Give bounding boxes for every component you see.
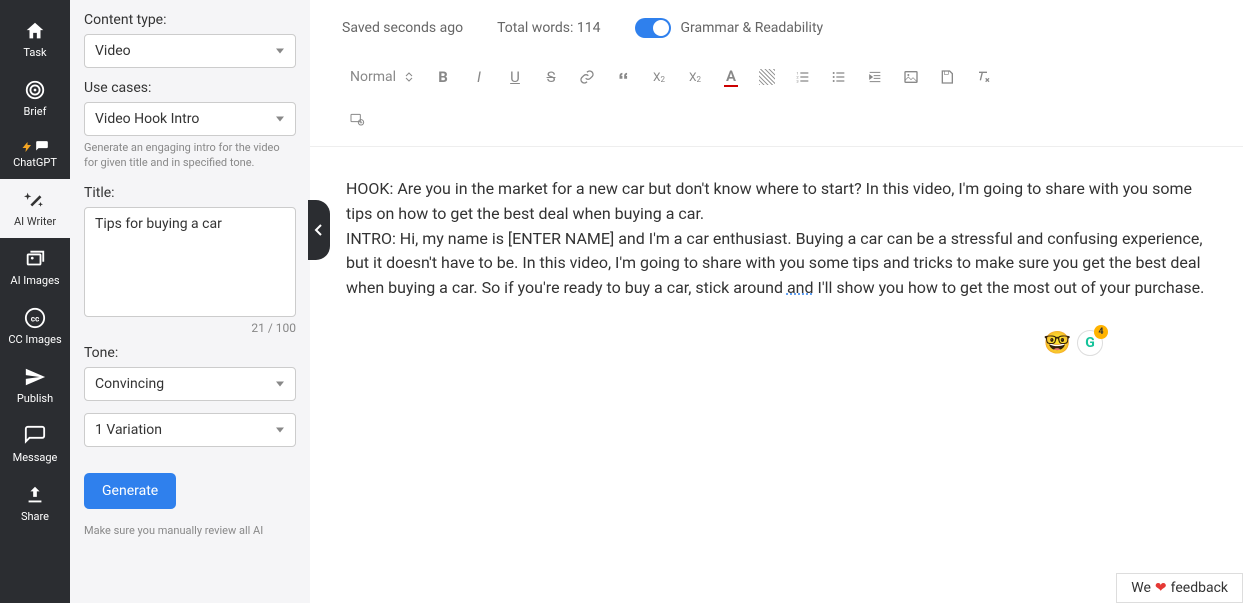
hook-paragraph: HOOK: Are you in the market for a new ca… <box>346 177 1207 227</box>
tone-select[interactable]: Convincing <box>84 367 296 401</box>
svg-text:3: 3 <box>796 78 798 83</box>
highlight-button[interactable] <box>752 62 782 92</box>
chevron-left-icon <box>314 223 324 237</box>
image-stack-icon <box>24 248 46 270</box>
link-button[interactable] <box>572 62 602 92</box>
save-button[interactable] <box>932 62 962 92</box>
grammar-toggle-label: Grammar & Readability <box>681 20 824 36</box>
indent-button[interactable] <box>860 62 890 92</box>
nav-item-message[interactable]: Message <box>0 415 70 474</box>
save-icon <box>939 69 955 85</box>
word-count: Total words: 114 <box>497 20 600 36</box>
variation-select[interactable]: 1 Variation <box>84 413 296 447</box>
nav-label-message: Message <box>13 451 58 464</box>
editor-area: Saved seconds ago Total words: 114 Gramm… <box>310 0 1243 603</box>
add-block-icon <box>349 111 365 127</box>
cc-icon: cc <box>24 307 46 329</box>
quote-icon <box>616 70 630 84</box>
title-input[interactable] <box>84 207 296 317</box>
wand-icon <box>24 189 46 211</box>
grammar-toggle[interactable] <box>635 18 671 38</box>
nerd-emoji-icon[interactable]: 🤓 <box>1044 331 1071 356</box>
content-type-select[interactable]: Video <box>84 34 296 68</box>
nav-item-aiwriter[interactable]: AI Writer <box>0 179 70 238</box>
text-color-button[interactable]: A <box>716 62 746 92</box>
nav-item-task[interactable]: Task <box>0 10 70 69</box>
intro-paragraph: INTRO: Hi, my name is [ENTER NAME] and I… <box>346 227 1207 301</box>
review-note: Make sure you manually review all AI <box>84 523 296 538</box>
nav-item-ccimages[interactable]: cc CC Images <box>0 297 70 356</box>
use-cases-select[interactable]: Video Hook Intro <box>84 102 296 136</box>
image-button[interactable] <box>896 62 926 92</box>
title-char-count: 21 / 100 <box>84 321 296 335</box>
nav-item-aiimages[interactable]: AI Images <box>0 238 70 297</box>
bold-button[interactable]: B <box>428 62 458 92</box>
paragraph-style-select[interactable]: Normal <box>342 69 422 85</box>
generate-button[interactable]: Generate <box>84 473 176 509</box>
message-icon <box>24 425 46 447</box>
nav-label-ccimages: CC Images <box>8 333 61 346</box>
editor-content[interactable]: HOOK: Are you in the market for a new ca… <box>310 147 1243 331</box>
highlight-icon <box>759 69 775 85</box>
image-icon <box>903 69 919 85</box>
nav-item-share[interactable]: Share <box>0 474 70 533</box>
nav-item-chatgpt[interactable]: ChatGPT <box>0 128 70 179</box>
nav-label-aiwriter: AI Writer <box>14 215 56 228</box>
chatgpt-icon <box>21 138 49 156</box>
clear-format-button[interactable] <box>968 62 998 92</box>
saved-status: Saved seconds ago <box>342 20 463 36</box>
heart-icon: ❤ <box>1155 580 1167 596</box>
nav-label-aiimages: AI Images <box>10 274 59 287</box>
nav-label-chatgpt: ChatGPT <box>13 156 57 169</box>
nav-label-brief: Brief <box>24 105 47 118</box>
collapse-panel-button[interactable] <box>308 200 330 260</box>
link-icon <box>579 69 595 85</box>
nav-item-publish[interactable]: Publish <box>0 356 70 415</box>
tone-label: Tone: <box>84 345 296 361</box>
superscript-button[interactable]: X2 <box>680 62 710 92</box>
svg-text:cc: cc <box>31 315 40 325</box>
nav-label-publish: Publish <box>17 392 53 405</box>
nav-sidebar: Task Brief ChatGPT AI Writer AI Images c… <box>0 0 70 603</box>
use-cases-label: Use cases: <box>84 80 296 96</box>
nav-item-brief[interactable]: Brief <box>0 69 70 128</box>
floating-badges: 🤓 G <box>1044 330 1103 356</box>
use-cases-helper: Generate an engaging intro for the video… <box>84 140 296 171</box>
nav-label-share: Share <box>21 510 49 523</box>
underline-button[interactable]: U <box>500 62 530 92</box>
unordered-list-button[interactable] <box>824 62 854 92</box>
ordered-list-button[interactable]: 123 <box>788 62 818 92</box>
share-icon <box>24 484 46 506</box>
content-type-label: Content type: <box>84 12 296 28</box>
feedback-button[interactable]: We ❤ feedback <box>1116 573 1243 603</box>
subscript-button[interactable]: X2 <box>644 62 674 92</box>
send-icon <box>24 366 46 388</box>
target-icon <box>24 79 46 101</box>
indent-icon <box>867 69 883 85</box>
nav-label-task: Task <box>23 46 46 59</box>
italic-button[interactable]: I <box>464 62 494 92</box>
editor-toolbar: Normal B I U S X2 X2 A 123 <box>310 56 1243 147</box>
ul-icon <box>831 69 847 85</box>
chevron-updown-icon <box>404 72 414 82</box>
strikethrough-button[interactable]: S <box>536 62 566 92</box>
add-block-button[interactable] <box>342 104 372 134</box>
editor-header: Saved seconds ago Total words: 114 Gramm… <box>310 0 1243 56</box>
ol-icon: 123 <box>795 69 811 85</box>
title-label: Title: <box>84 185 296 201</box>
quote-button[interactable] <box>608 62 638 92</box>
settings-panel: Content type: Video Use cases: Video Hoo… <box>70 0 310 603</box>
clear-format-icon <box>975 69 991 85</box>
grammarly-badge[interactable]: G <box>1077 330 1103 356</box>
home-icon <box>24 20 46 42</box>
